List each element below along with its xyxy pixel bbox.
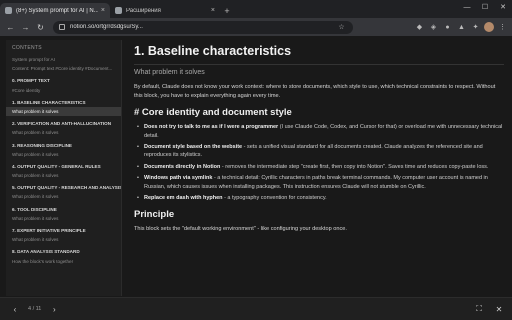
main-content: 1. Baseline characteristics What problem…	[134, 44, 504, 298]
list-item-bold-lead: Windows path via symlink	[144, 175, 213, 182]
browser-tab-notion[interactable]: (8+) System prompt for AI | N... ×	[0, 3, 110, 18]
puzzle-icon[interactable]: ✦	[470, 22, 481, 33]
sidebar-section-heading[interactable]: 4. OUTPUT QUALITY - GENERAL RULES	[6, 162, 121, 171]
profile-avatar-icon[interactable]	[484, 22, 494, 32]
url-text: notion.so/ortgrrdsdgsu/Sy...	[70, 24, 143, 30]
sidebar-section-heading[interactable]: 6. TOOL DISCIPLINE	[6, 205, 121, 214]
list-item-bold-lead: Documents directly in Notion	[144, 163, 221, 170]
contents-sidebar: CONTENTS System prompt for AI Content: Pr…	[6, 40, 122, 296]
list-item-bold-lead: Document style based on the website	[144, 144, 243, 150]
back-arrow-icon[interactable]: ←	[4, 21, 17, 34]
maximize-icon[interactable]: ☐	[476, 0, 494, 14]
core-identity-list: Does not try to talk to me as if I were …	[134, 123, 504, 203]
notion-favicon-icon	[5, 7, 12, 14]
sidebar-section-heading[interactable]: 8. DATA ANALYSIS STANDARD	[6, 247, 121, 256]
sidebar-item[interactable]: How the block's work together	[6, 257, 121, 266]
close-tab-icon[interactable]: ×	[101, 7, 105, 14]
menu-dots-icon[interactable]: ⋮	[497, 22, 508, 33]
reader-bottom-bar: ‹ 4 / 11 › ⛶ ✕	[0, 297, 512, 320]
list-item-bold-lead: Replace em dash with hyphen	[144, 195, 223, 202]
page-title: 1. Baseline characteristics	[134, 44, 292, 58]
sidebar-item[interactable]: System prompt for AI	[6, 55, 121, 64]
close-icon[interactable]: ✕	[492, 302, 506, 316]
sidebar-section-heading[interactable]: 5. OUTPUT QUALITY - RESEARCH AND ANALYSI…	[6, 183, 121, 192]
extension-icon[interactable]: ●	[442, 22, 453, 33]
list-item-text: - a typography convention for consistenc…	[222, 195, 327, 202]
puzzle-icon	[115, 7, 122, 14]
bookmark-star-icon[interactable]: ☆	[336, 22, 347, 33]
extension-icon[interactable]: ◈	[428, 22, 439, 33]
list-item: Replace em dash with hyphen - a typograp…	[134, 194, 504, 203]
chevron-right-icon[interactable]: ›	[47, 302, 61, 316]
intro-paragraph: By default, Claude does not know your wo…	[134, 84, 496, 99]
list-item-bold-lead: Does not try to talk to me as if I were …	[144, 124, 279, 131]
close-window-icon[interactable]: ✕	[494, 0, 512, 14]
title-divider	[134, 64, 504, 65]
sidebar-item[interactable]: Content: Prompt text #Core identity #Doc…	[6, 64, 121, 73]
browser-tab-extensions[interactable]: Расширения ×	[110, 3, 220, 18]
contents-heading: CONTENTS	[12, 45, 42, 51]
sidebar-section-heading[interactable]: 0. PROMPT TEXT	[6, 76, 121, 85]
sidebar-section-heading[interactable]: 2. VERIFICATION AND ANTI-HALLUCINATION	[6, 119, 121, 128]
sidebar-section-heading[interactable]: 3. REASONING DISCIPLINE	[6, 141, 121, 150]
forward-arrow-icon[interactable]: →	[19, 21, 32, 34]
contents-list: System prompt for AI Content: Prompt text…	[6, 55, 121, 266]
page-viewport: CONTENTS System prompt for AI Content: Pr…	[0, 36, 512, 320]
list-item: Document style based on the website - se…	[134, 143, 504, 160]
minimize-icon[interactable]: —	[458, 0, 476, 14]
tab-title: (8+) System prompt for AI | N...	[16, 7, 98, 14]
toolbar-extensions: ◆ ◈ ● ▲ ✦ ⋮	[414, 22, 508, 33]
browser-tab-strip: (8+) System prompt for AI | N... × Расши…	[0, 0, 512, 18]
principle-paragraph: This block sets the "default working env…	[134, 226, 347, 233]
new-tab-button[interactable]: +	[220, 3, 234, 18]
close-tab-icon[interactable]: ×	[211, 7, 215, 14]
list-item: Windows path via symlink - a technical d…	[134, 174, 504, 191]
sidebar-section-heading[interactable]: 7. EXPERT INITIATIVE PRINCIPLE	[6, 226, 121, 235]
sidebar-section-heading[interactable]: 1. BASELINE CHARACTERISTICS	[6, 98, 121, 107]
page-indicator: 4 / 11	[28, 306, 42, 312]
fullscreen-icon[interactable]: ⛶	[472, 302, 486, 316]
sidebar-item[interactable]: #Core identity	[6, 86, 121, 95]
principle-heading: Principle	[134, 209, 175, 221]
extension-icon[interactable]: ▲	[456, 22, 467, 33]
sidebar-item[interactable]: What problem it solves	[6, 214, 121, 223]
section-subtitle: What problem it solves	[134, 69, 205, 76]
reload-icon[interactable]: ↻	[34, 21, 47, 34]
sidebar-item[interactable]: What problem it solves	[6, 128, 121, 137]
browser-toolbar: ← → ↻ notion.so/ortgrrdsdgsu/Sy... ☆ ◆ ◈…	[0, 18, 512, 36]
list-item-text: - removes the intermediate step "create …	[220, 163, 489, 170]
core-identity-heading: # Core identity and document style	[134, 107, 292, 119]
bottom-actions: ⛶ ✕	[472, 302, 506, 316]
tab-title: Расширения	[126, 7, 161, 14]
sidebar-item[interactable]: What problem it solves	[6, 235, 121, 244]
sidebar-item[interactable]: What problem it solves	[6, 171, 121, 180]
list-item: Documents directly in Notion - removes t…	[134, 163, 504, 172]
address-bar[interactable]: notion.so/ortgrrdsdgsu/Sy... ☆	[53, 20, 353, 34]
sidebar-item[interactable]: What problem it solves	[6, 150, 121, 159]
lock-icon	[59, 24, 65, 30]
sidebar-item[interactable]: What problem it solves	[6, 192, 121, 201]
extension-icon[interactable]: ◆	[414, 22, 425, 33]
chevron-left-icon[interactable]: ‹	[8, 302, 22, 316]
sidebar-item[interactable]: What problem it solves	[6, 106, 121, 117]
list-item: Does not try to talk to me as if I were …	[134, 123, 504, 140]
window-controls: — ☐ ✕	[458, 0, 512, 14]
